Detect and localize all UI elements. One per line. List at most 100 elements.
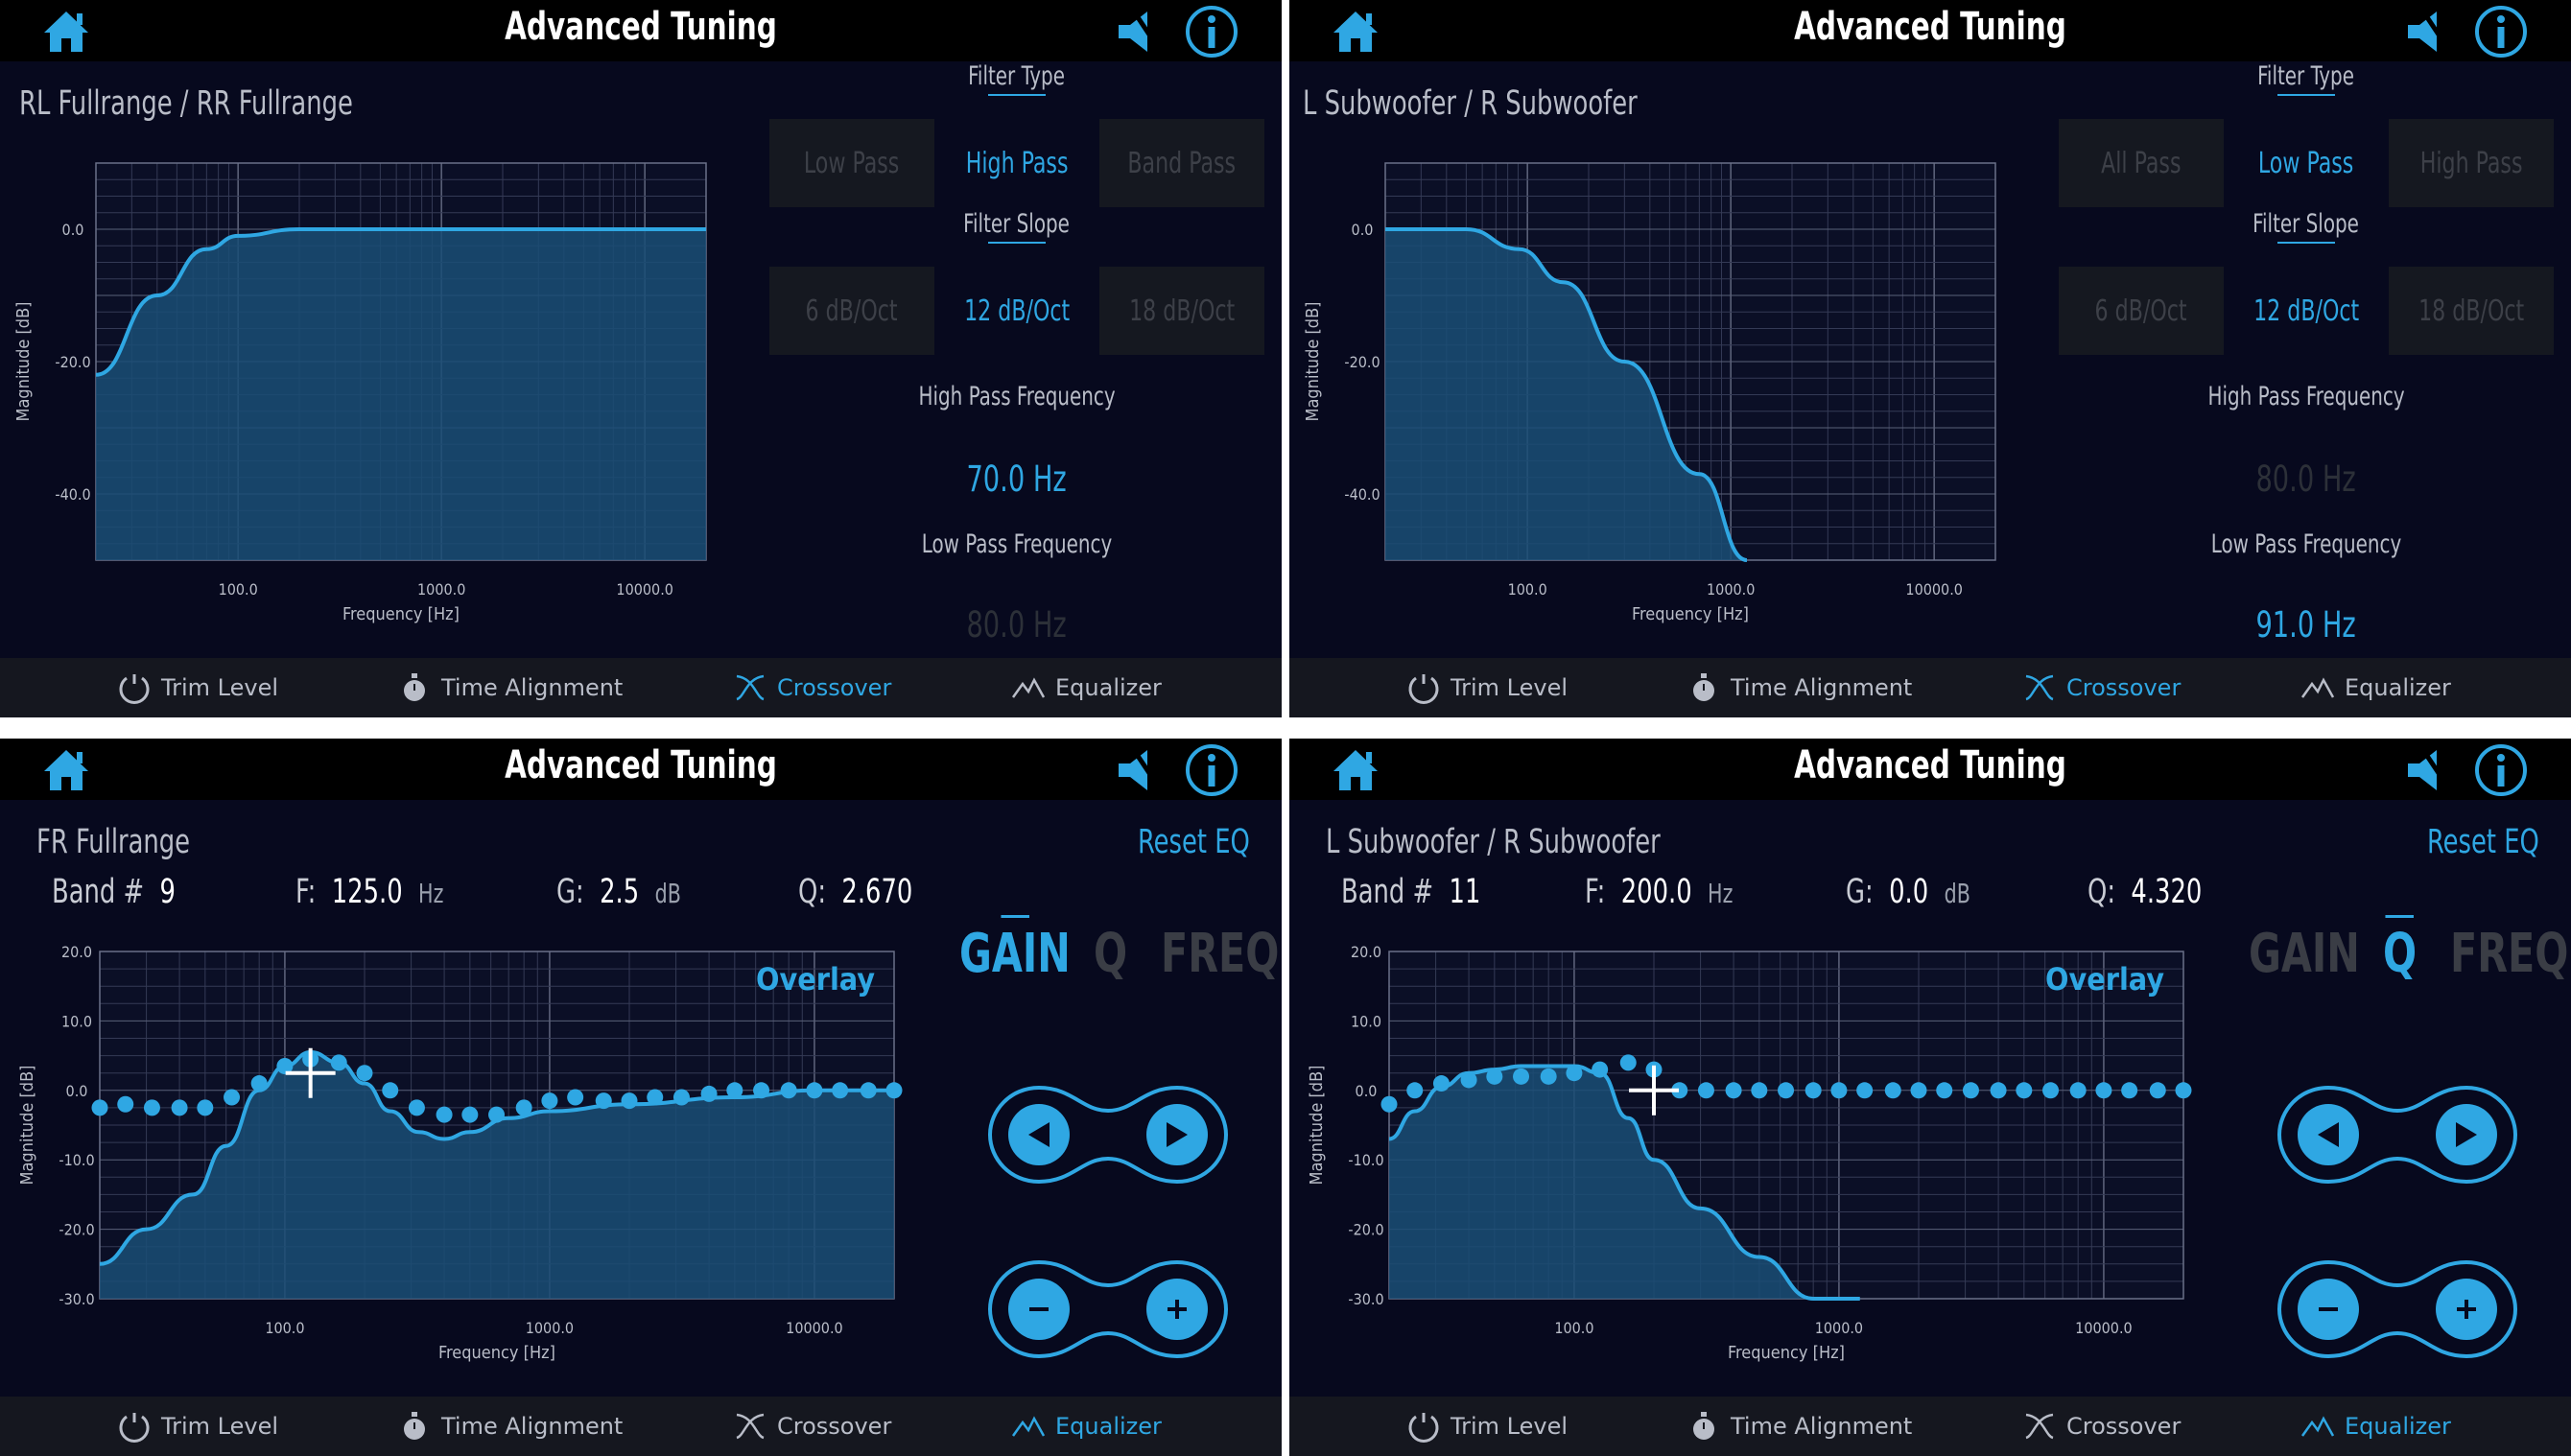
eq-band-point [595, 1092, 612, 1110]
increase-button[interactable] [2436, 1279, 2497, 1340]
eq-band-point [1778, 1082, 1795, 1099]
nav-time-alignment[interactable]: Time Alignment [397, 658, 623, 717]
high-pass-frequency-value[interactable]: 70.0 Hz [825, 458, 1209, 500]
increase-button[interactable] [1146, 1279, 1208, 1340]
equalizer-icon [1011, 1416, 1046, 1437]
eq-band-point [1406, 1082, 1424, 1099]
y-tick-label: 0.0 [62, 221, 84, 239]
nav-trim-level[interactable]: Trim Level [1406, 658, 1568, 717]
eq-band-point [832, 1082, 849, 1099]
nav-equalizer[interactable]: Equalizer [1011, 658, 1162, 717]
eq-band-point [1697, 1082, 1714, 1099]
trim-knob-icon [119, 674, 150, 704]
filter-type-high-pass-button[interactable]: High Pass [934, 94, 1099, 207]
eq-band-point [860, 1082, 877, 1099]
mode-freq-tab[interactable]: FREQ [1161, 923, 1279, 985]
slope-18-button[interactable]: 18 dB/Oct [2389, 267, 2554, 355]
nav-time-alignment[interactable]: Time Alignment [1686, 1397, 1912, 1456]
filter-type-low-pass-button[interactable]: Low Pass [769, 119, 934, 207]
trim-knob-icon [1408, 674, 1439, 704]
eq-graph[interactable]: Overlay 20.0 10.0 0.0 -10.0 -20.0 -30.0 100.0 10… [1289, 739, 2229, 1397]
info-icon[interactable] [1184, 4, 1239, 59]
nav-crossover[interactable]: Crossover [2022, 1397, 2181, 1456]
speaker-mute-icon[interactable] [1115, 8, 1165, 56]
x-tick-label: 10000.0 [616, 580, 673, 599]
nav-equalizer[interactable]: Equalizer [1011, 1397, 1162, 1456]
x-axis-label: Frequency [Hz] [1728, 1343, 1845, 1363]
y-tick-label: -40.0 [55, 485, 90, 504]
nav-crossover[interactable]: Crossover [733, 658, 891, 717]
y-axis-label: Magnitude [dB] [17, 1066, 37, 1186]
filter-type-high-pass-button[interactable]: High Pass [2389, 119, 2554, 207]
bottom-nav: Trim Level Time Alignment Crossover Equa… [0, 658, 1282, 717]
previous-band-button[interactable] [1008, 1104, 1070, 1165]
eq-band-point [1380, 1095, 1398, 1113]
nav-trim-level[interactable]: Trim Level [117, 658, 278, 717]
low-pass-frequency-label: Low Pass Frequency [2210, 529, 2402, 559]
mode-gain-tab[interactable]: GAIN [2249, 923, 2360, 985]
y-tick-label: 20.0 [61, 943, 92, 961]
x-tick-label: 100.0 [1508, 580, 1547, 599]
overlay-toggle[interactable]: Overlay [2045, 961, 2164, 998]
value-adjust-control [2276, 1259, 2518, 1359]
stopwatch-icon [1693, 1412, 1714, 1440]
nav-equalizer[interactable]: Equalizer [2300, 658, 2451, 717]
x-tick-label: 1000.0 [1815, 1319, 1863, 1337]
info-icon[interactable] [2473, 4, 2529, 59]
y-tick-label: -20.0 [55, 353, 90, 371]
speaker-mute-icon[interactable] [1115, 746, 1165, 794]
filter-type-band-pass-button[interactable]: Band Pass [1099, 119, 1264, 207]
y-tick-label: 0.0 [66, 1082, 88, 1100]
nav-equalizer[interactable]: Equalizer [2300, 1397, 2451, 1456]
filter-slope-label: Filter Slope [963, 209, 1071, 239]
decrease-button[interactable] [2298, 1279, 2359, 1340]
next-band-button[interactable] [1146, 1104, 1208, 1165]
high-pass-frequency-value[interactable]: 80.0 Hz [2114, 458, 2498, 500]
nav-trim-level[interactable]: Trim Level [117, 1397, 278, 1456]
slope-12-button[interactable]: 12 dB/Oct [934, 242, 1099, 355]
nav-crossover[interactable]: Crossover [733, 1397, 891, 1456]
overlay-toggle[interactable]: Overlay [756, 961, 875, 998]
reset-eq-button[interactable]: Reset EQ [2427, 823, 2539, 861]
crossover-icon [2025, 1413, 2054, 1440]
crossover-graph[interactable]: 0.0 -20.0 -40.0 100.0 1000.0 10000.0 Frequency… [0, 0, 748, 652]
speaker-mute-icon[interactable] [2404, 746, 2454, 794]
mode-q-tab[interactable]: Q [1094, 923, 1127, 985]
slope-12-button[interactable]: 12 dB/Oct [2224, 242, 2389, 355]
eq-band-point [1432, 1075, 1450, 1092]
crossover-graph[interactable]: 0.0 -20.0 -40.0 100.0 1000.0 10000.0 Frequency… [1289, 0, 2038, 652]
slope-18-button[interactable]: 18 dB/Oct [1099, 267, 1264, 355]
eq-band-point [224, 1089, 241, 1106]
x-axis-label: Frequency [Hz] [438, 1343, 555, 1363]
equalizer-panel-subwoofer: Advanced Tuning L Subwoofer / R Subwoofe… [1289, 739, 2571, 1456]
speaker-mute-icon[interactable] [2404, 8, 2454, 56]
next-band-button[interactable] [2436, 1104, 2497, 1165]
filter-type-all-pass-button[interactable]: All Pass [2059, 119, 2224, 207]
slope-6-button[interactable]: 6 dB/Oct [769, 267, 934, 355]
mode-freq-tab[interactable]: FREQ [2450, 923, 2568, 985]
mode-gain-tab[interactable]: GAIN [959, 915, 1071, 985]
low-pass-frequency-value[interactable]: 91.0 Hz [2114, 604, 2498, 646]
eq-band-point [2016, 1082, 2033, 1099]
equalizer-icon [2300, 677, 2335, 698]
info-icon[interactable] [2473, 742, 2529, 798]
nav-time-alignment[interactable]: Time Alignment [397, 1397, 623, 1456]
previous-band-button[interactable] [2298, 1104, 2359, 1165]
decrease-button[interactable] [1008, 1279, 1070, 1340]
nav-trim-level[interactable]: Trim Level [1406, 1397, 1568, 1456]
info-icon[interactable] [1184, 742, 1239, 798]
mode-q-tab[interactable]: Q [2383, 915, 2417, 985]
eq-band-point [382, 1082, 399, 1099]
reset-eq-button[interactable]: Reset EQ [1138, 823, 1250, 861]
filter-type-low-pass-button[interactable]: Low Pass [2224, 94, 2389, 207]
eq-band-point [171, 1099, 188, 1116]
nav-time-alignment[interactable]: Time Alignment [1686, 658, 1912, 717]
y-tick-label: -10.0 [59, 1151, 94, 1169]
eq-graph[interactable]: Overlay 20.0 10.0 0.0 -10.0 -20.0 -30.0 100.0 10… [0, 739, 940, 1397]
eq-band-point [2042, 1082, 2060, 1099]
x-axis-label: Frequency [Hz] [1632, 604, 1749, 624]
slope-6-button[interactable]: 6 dB/Oct [2059, 267, 2224, 355]
nav-crossover[interactable]: Crossover [2022, 658, 2181, 717]
x-tick-label: 1000.0 [526, 1319, 574, 1337]
low-pass-frequency-value[interactable]: 80.0 Hz [825, 604, 1209, 646]
